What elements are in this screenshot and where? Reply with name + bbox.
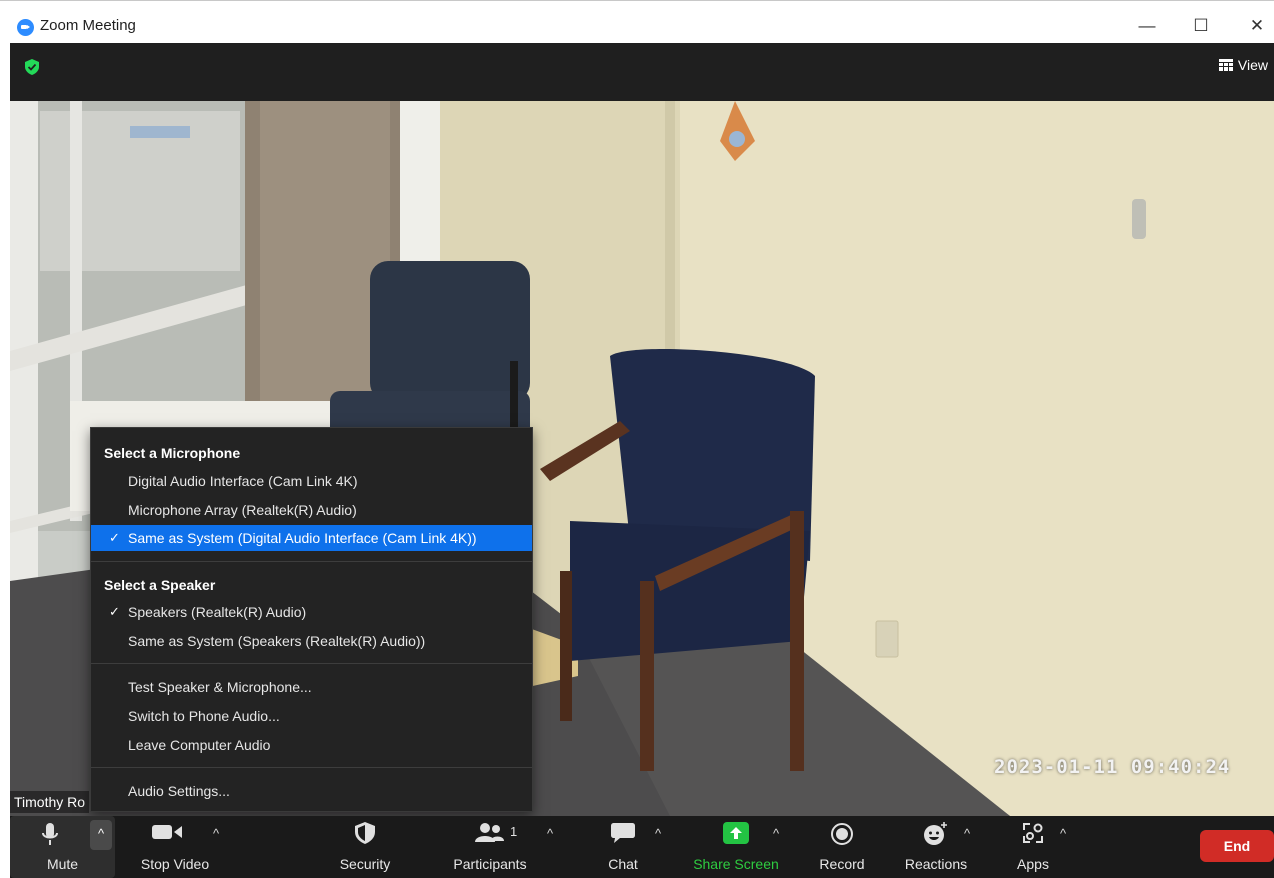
zoom-logo-icon [17,19,34,36]
mute-button-group: Mute ^ [10,816,115,878]
chat-label: Chat [608,856,638,872]
window-title: Zoom Meeting [40,17,136,34]
mute-label: Mute [46,856,79,872]
speaker-heading: Select a Speaker [104,577,216,593]
menu-action-label: Test Speaker & Microphone... [128,679,312,695]
participants-options-caret[interactable]: ^ [547,826,553,841]
apps-label: Apps [1017,856,1049,872]
reactions-options-caret[interactable]: ^ [964,826,970,841]
mic-option-label: Microphone Array (Realtek(R) Audio) [128,502,357,518]
security-shield-icon [355,822,375,844]
reactions-label: Reactions [904,856,968,872]
view-button[interactable]: View [1218,57,1268,73]
menu-divider [91,561,532,562]
audio-options-caret[interactable]: ^ [90,820,112,850]
mic-option-label: Same as System (Digital Audio Interface … [128,530,477,546]
window-title-bar: Zoom Meeting — ☐ ✕ [0,0,1274,43]
speaker-option-realtek[interactable]: ✓ Speakers (Realtek(R) Audio) [91,599,532,625]
speaker-option-label: Same as System (Speakers (Realtek(R) Aud… [128,633,426,649]
participants-label: Participants [453,856,527,872]
video-options-caret[interactable]: ^ [213,826,219,841]
close-button[interactable]: ✕ [1242,11,1272,41]
minimize-button[interactable]: — [1132,11,1162,41]
microphone-heading: Select a Microphone [104,445,241,461]
audio-settings-item[interactable]: Audio Settings... [91,778,532,804]
audio-options-menu: Select a Microphone Digital Audio Interf… [90,427,533,812]
menu-divider [91,663,532,664]
chat-bubble-icon [611,823,635,843]
mute-button[interactable]: Mute [10,816,90,878]
participants-button[interactable]: 1 Participants [440,816,540,878]
participant-name-tag: Timothy Ro [10,791,90,813]
record-label: Record [819,856,865,872]
microphone-icon [42,823,58,845]
menu-action-label: Leave Computer Audio [128,737,271,753]
menu-action-label: Audio Settings... [128,783,230,799]
mic-option-same-as-system[interactable]: ✓ Same as System (Digital Audio Interfac… [91,525,532,551]
mic-option-cam-link[interactable]: Digital Audio Interface (Cam Link 4K) [91,468,532,494]
participants-icon [475,823,504,842]
apps-button[interactable]: Apps [1004,816,1062,878]
camera-timestamp: 2023-01-11 09:40:24 [994,756,1231,778]
menu-action-label: Switch to Phone Audio... [128,708,280,724]
record-button[interactable]: Record [810,816,874,878]
record-icon [831,823,853,845]
meeting-toolbar: Mute ^ Stop Video ^ Security 1 Participa… [10,816,1274,878]
chat-options-caret[interactable]: ^ [655,826,661,841]
apps-options-caret[interactable]: ^ [1060,826,1066,841]
mic-option-label: Digital Audio Interface (Cam Link 4K) [128,473,358,489]
stop-video-label: Stop Video [140,856,210,872]
participants-count: 1 [510,824,518,839]
checkmark-icon: ✓ [109,530,120,545]
emoji-reaction-icon [924,822,947,845]
share-screen-label: Share Screen [693,856,779,872]
test-speaker-mic-item[interactable]: Test Speaker & Microphone... [91,674,532,700]
grid-view-icon [1218,59,1233,71]
encryption-shield-icon[interactable] [25,59,39,75]
view-label: View [1237,57,1268,73]
meeting-header: View [10,43,1274,101]
switch-phone-audio-item[interactable]: Switch to Phone Audio... [91,703,532,729]
share-screen-button[interactable]: Share Screen [688,816,784,878]
checkmark-icon: ✓ [109,604,120,619]
end-meeting-button[interactable]: End [1200,830,1274,862]
security-label: Security [339,856,391,872]
maximize-button[interactable]: ☐ [1186,11,1216,41]
share-options-caret[interactable]: ^ [773,826,779,841]
chat-button[interactable]: Chat [590,816,656,878]
security-button[interactable]: Security [325,816,405,878]
mic-option-realtek[interactable]: Microphone Array (Realtek(R) Audio) [91,497,532,523]
speaker-option-same-as-system[interactable]: Same as System (Speakers (Realtek(R) Aud… [91,628,532,654]
leave-computer-audio-item[interactable]: Leave Computer Audio [91,732,532,758]
video-camera-icon [152,825,182,839]
apps-icon [1023,823,1043,843]
speaker-option-label: Speakers (Realtek(R) Audio) [128,604,307,620]
menu-divider [91,767,532,768]
share-screen-icon [723,822,749,844]
